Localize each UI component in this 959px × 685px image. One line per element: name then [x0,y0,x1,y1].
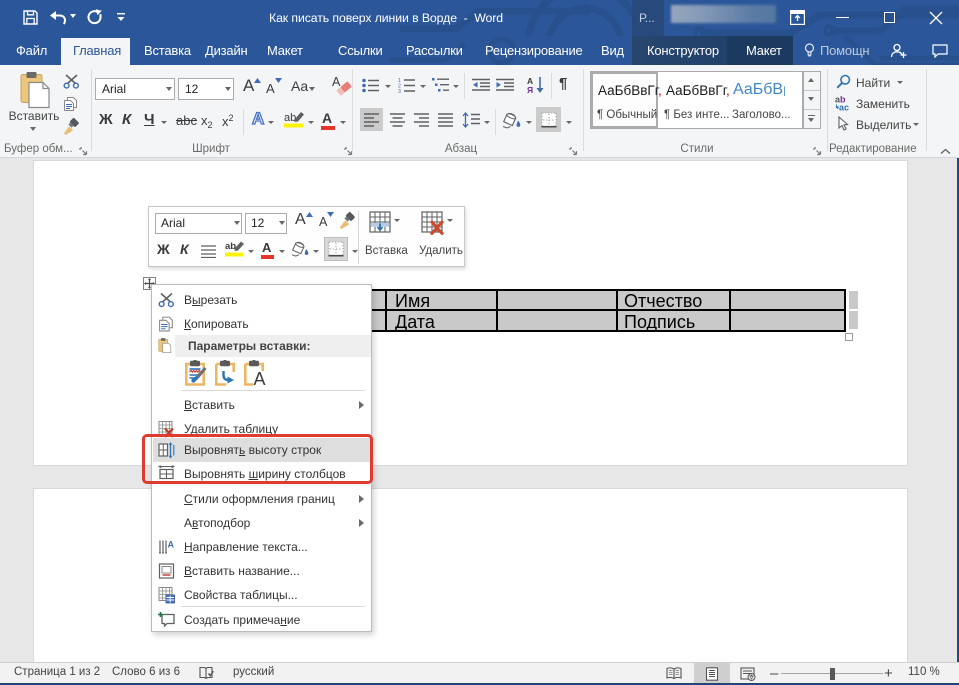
svg-text:А: А [254,369,266,386]
svg-text:А: А [168,540,175,550]
svg-text:ac: ac [839,103,849,112]
svg-text:A: A [332,76,341,89]
svg-text:Я: Я [527,85,533,94]
svg-text:ab: ab [284,112,296,124]
svg-text:ab: ab [225,241,236,252]
svg-text:3: 3 [398,89,401,93]
